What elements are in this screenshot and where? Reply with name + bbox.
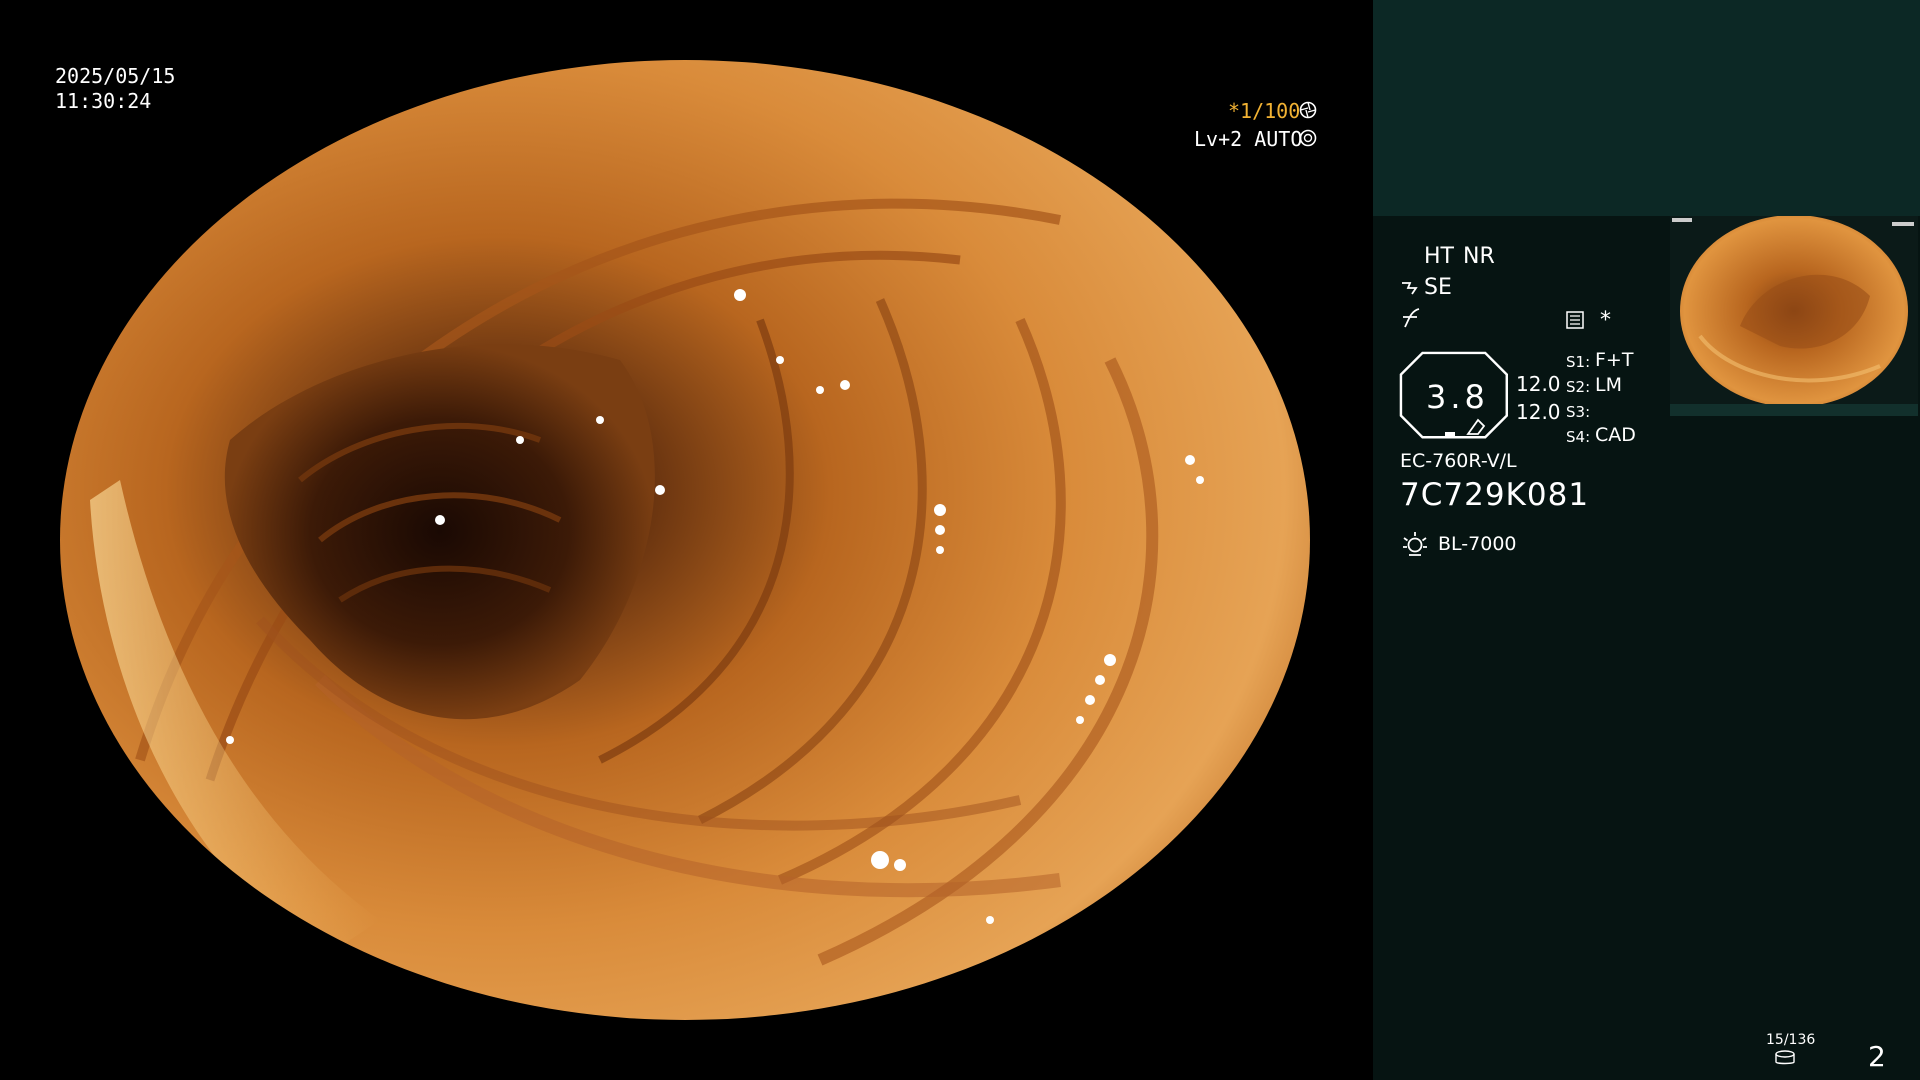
scope-serial: 7C729K081 <box>1400 477 1590 513</box>
se-indicator: SE <box>1424 275 1452 300</box>
shutter-mode-icon <box>1400 279 1422 297</box>
endoscope-image <box>60 60 1310 1020</box>
shutter-speed: *1/100 <box>1228 99 1301 123</box>
date-display: 2025/05/15 <box>55 64 176 88</box>
s2-label: S2: <box>1566 378 1591 396</box>
image-counter: 15/136 <box>1766 1032 1816 1048</box>
s3-label: S3: <box>1566 403 1591 421</box>
light-source-model: BL-7000 <box>1438 533 1517 555</box>
light-source-icon <box>1401 530 1429 558</box>
ht-indicator: HT <box>1424 244 1454 269</box>
page-number: 2 <box>1868 1040 1886 1073</box>
brightness-level: Lv+2 AUTO <box>1194 127 1303 151</box>
star-indicator: * <box>1600 308 1611 333</box>
s4-value: CAD <box>1595 424 1636 446</box>
document-icon <box>1565 310 1585 330</box>
panel-header-area <box>1373 0 1920 216</box>
storage-icon <box>1774 1050 1796 1066</box>
s2-value: LM <box>1595 374 1622 396</box>
gauge-value: 3.8 <box>1426 378 1489 416</box>
thumbnail-caption-bar <box>1670 404 1918 416</box>
nr-indicator: NR <box>1463 244 1495 269</box>
value-2: 12.0 <box>1516 400 1561 424</box>
scope-model: EC-760R-V/L <box>1400 450 1517 472</box>
time-display: 11:30:24 <box>55 89 152 113</box>
s1-label: S1: <box>1566 353 1591 371</box>
aperture-icon <box>1299 101 1317 119</box>
endoscope-view <box>60 60 1310 1020</box>
s1-value: F+T <box>1595 349 1634 371</box>
s4-label: S4: <box>1566 428 1591 446</box>
thumbnail-image[interactable] <box>1670 216 1918 406</box>
value-1: 12.0 <box>1516 372 1561 396</box>
auto-iris-icon <box>1299 129 1317 147</box>
sharpness-icon <box>1401 307 1421 329</box>
